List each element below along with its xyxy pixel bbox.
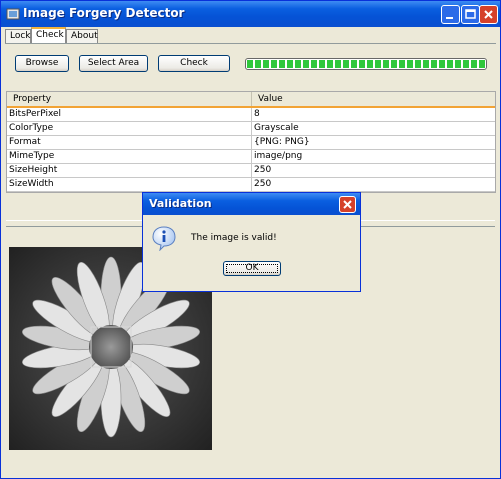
table-cell: 250 xyxy=(254,165,272,175)
table-cell: 8 xyxy=(254,109,260,119)
window-title: Image Forgery Detector xyxy=(23,6,185,20)
check-button[interactable]: Check xyxy=(158,55,230,72)
title-bar[interactable]: Image Forgery Detector xyxy=(1,1,500,27)
tab-check[interactable]: Check xyxy=(31,27,66,43)
progress-bar xyxy=(245,58,487,70)
validation-dialog: Validation The image is valid! OK xyxy=(142,192,361,292)
table-cell: {PNG: PNG} xyxy=(254,137,310,147)
table-row[interactable]: MimeType image/png xyxy=(7,150,495,164)
table-cell: Grayscale xyxy=(254,123,299,133)
table-cell: BitsPerPixel xyxy=(7,108,252,121)
table-cell: MimeType xyxy=(7,150,252,163)
table-cell: image/png xyxy=(254,151,303,161)
table-row[interactable]: BitsPerPixel 8 xyxy=(7,108,495,122)
dialog-title: Validation xyxy=(149,197,212,210)
table-row[interactable]: SizeWidth 250 xyxy=(7,178,495,192)
minimize-icon xyxy=(446,17,453,19)
close-icon xyxy=(484,10,493,19)
table-cell: 250 xyxy=(254,179,272,189)
tab-label: Check xyxy=(36,30,64,40)
app-window: Image Forgery Detector Lock Check About … xyxy=(0,0,501,479)
table-row[interactable]: Format {PNG: PNG} xyxy=(7,136,495,150)
select-area-button[interactable]: Select Area xyxy=(79,55,148,72)
maximize-icon xyxy=(465,9,476,19)
tab-panel-border xyxy=(5,43,496,44)
tab-lock[interactable]: Lock xyxy=(5,29,31,43)
table-cell: SizeWidth xyxy=(7,178,252,191)
tab-label: Lock xyxy=(10,31,31,41)
column-header-value[interactable]: Value xyxy=(252,92,495,106)
dialog-close-button[interactable] xyxy=(339,196,356,213)
close-button[interactable] xyxy=(479,5,498,24)
table-row[interactable]: SizeHeight 250 xyxy=(7,164,495,178)
dialog-message: The image is valid! xyxy=(191,233,277,243)
close-icon xyxy=(343,200,352,209)
column-header-property[interactable]: Property xyxy=(7,92,252,106)
table-cell: ColorType xyxy=(7,122,252,135)
progress-fill xyxy=(247,60,485,68)
app-icon xyxy=(6,8,20,20)
table-cell: SizeHeight xyxy=(7,164,252,177)
dialog-title-bar[interactable]: Validation xyxy=(143,193,360,215)
table-cell: Format xyxy=(7,136,252,149)
table-header: Property Value xyxy=(7,92,495,108)
tab-about[interactable]: About xyxy=(66,29,98,43)
minimize-button[interactable] xyxy=(441,5,460,24)
properties-table: Property Value BitsPerPixel 8 ColorType Gr… xyxy=(6,91,496,193)
browse-button[interactable]: Browse xyxy=(15,55,69,72)
info-icon xyxy=(152,226,176,251)
maximize-button[interactable] xyxy=(461,5,480,24)
ok-button[interactable]: OK xyxy=(223,261,281,276)
table-row[interactable]: ColorType Grayscale xyxy=(7,122,495,136)
tab-label: About xyxy=(71,31,98,41)
